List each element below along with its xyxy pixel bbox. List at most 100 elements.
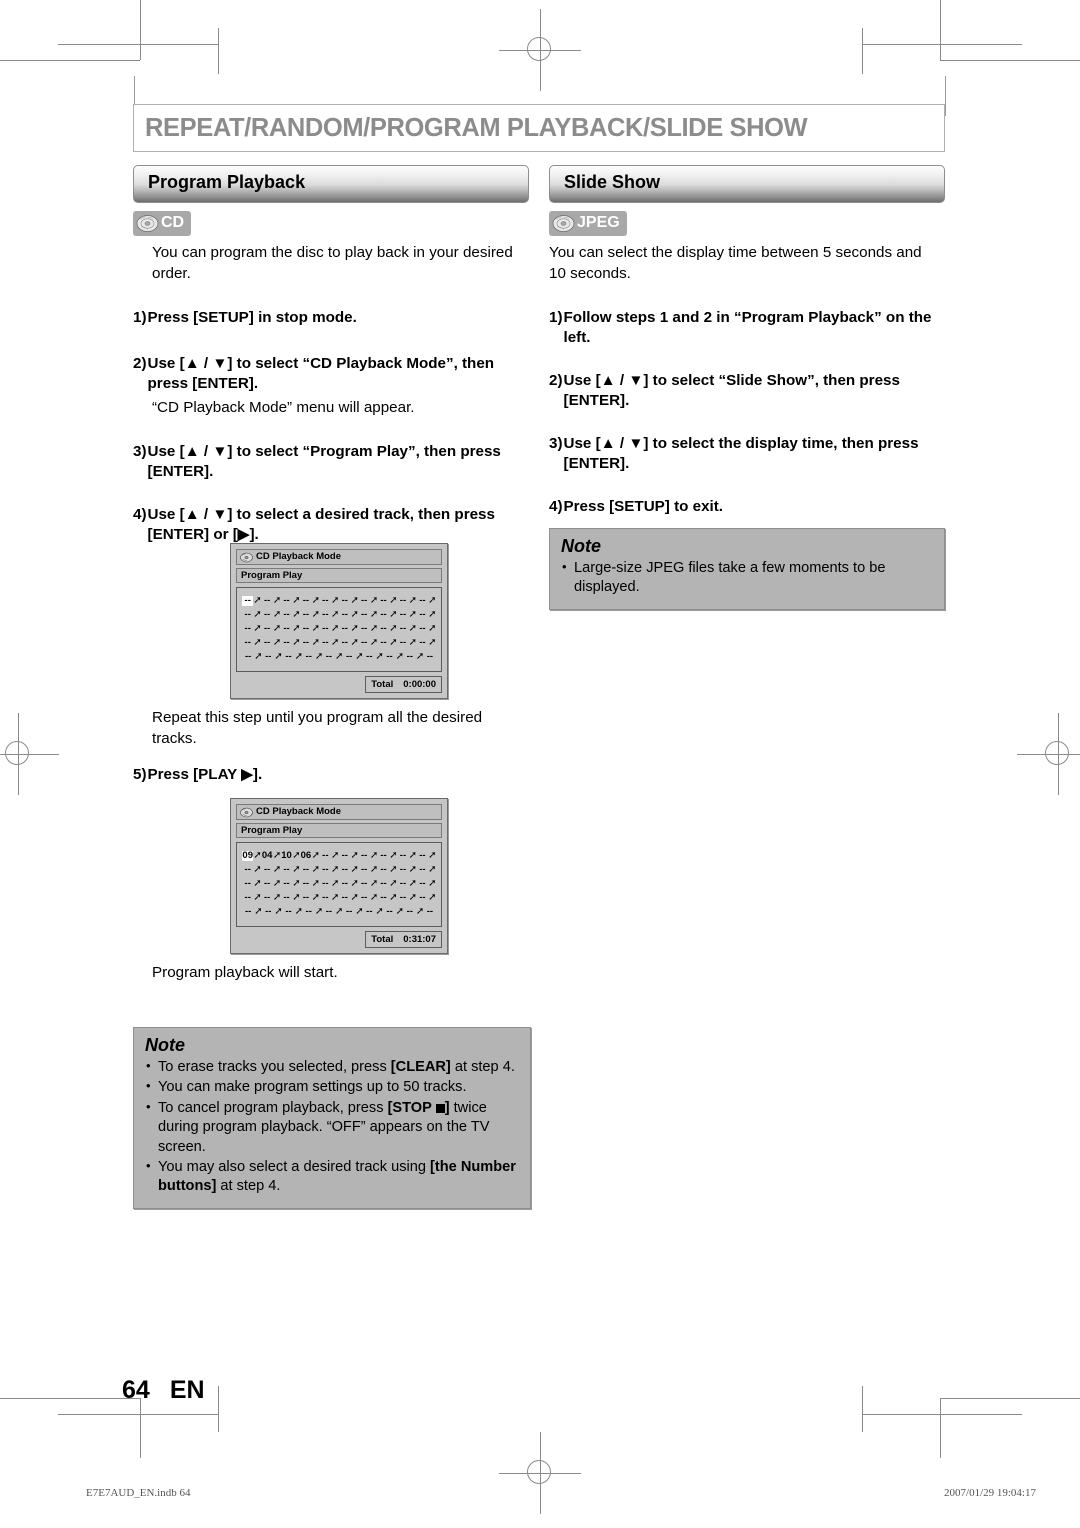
osd-track-cell[interactable]: -- (261, 879, 272, 889)
osd-track-cell[interactable]: -- (281, 893, 292, 903)
osd-track-cell[interactable]: -- (303, 652, 315, 662)
osd-track-cell[interactable]: -- (320, 624, 331, 634)
osd-track-cell[interactable]: -- (262, 907, 274, 917)
osd-track-cell[interactable]: -- (282, 652, 294, 662)
osd-track-cell[interactable]: -- (320, 638, 331, 648)
osd-track-cell[interactable]: -- (339, 638, 350, 648)
osd-track-cell[interactable]: -- (339, 893, 350, 903)
osd-track-cell[interactable]: -- (339, 596, 350, 606)
osd-track-cell[interactable]: 04 (261, 851, 273, 861)
osd-track-cell[interactable]: -- (242, 638, 253, 648)
osd-track-cell[interactable]: -- (320, 893, 331, 903)
osd-track-cell[interactable]: -- (397, 624, 408, 634)
osd-track-cell[interactable]: -- (343, 652, 355, 662)
osd-track-cell[interactable]: -- (397, 851, 408, 861)
osd-track-cell[interactable]: -- (242, 596, 254, 606)
osd-track-cell[interactable]: -- (339, 879, 350, 889)
osd-track-cell[interactable]: -- (281, 865, 292, 875)
osd-track-cell[interactable]: -- (417, 596, 428, 606)
osd-track-cell[interactable]: -- (358, 879, 369, 889)
osd-track-cell[interactable]: -- (320, 610, 331, 620)
osd-track-cell[interactable]: -- (404, 907, 416, 917)
osd-track-cell[interactable]: -- (417, 893, 428, 903)
osd-track-cell[interactable]: -- (300, 596, 311, 606)
osd-track-cell[interactable]: -- (242, 624, 253, 634)
osd-track-cell[interactable]: -- (424, 907, 436, 917)
osd-track-cell[interactable]: -- (300, 865, 311, 875)
osd-track-cell[interactable]: -- (363, 652, 375, 662)
osd-track-cell[interactable]: -- (424, 652, 436, 662)
osd-track-cell[interactable]: -- (397, 596, 408, 606)
osd-track-cell[interactable]: -- (378, 893, 389, 903)
osd-track-cell[interactable]: -- (320, 879, 331, 889)
osd-track-cell[interactable]: -- (339, 865, 350, 875)
osd-track-cell[interactable]: -- (261, 638, 272, 648)
osd-track-cell[interactable]: -- (358, 865, 369, 875)
osd-track-cell[interactable]: -- (358, 638, 369, 648)
osd-track-cell[interactable]: -- (378, 638, 389, 648)
osd-track-cell[interactable]: -- (417, 851, 428, 861)
osd-track-cell[interactable]: -- (242, 610, 253, 620)
osd-track-cell[interactable]: -- (397, 610, 408, 620)
osd-track-cell[interactable]: -- (242, 879, 253, 889)
osd-track-cell[interactable]: -- (242, 652, 254, 662)
osd-track-cell[interactable]: -- (261, 865, 272, 875)
osd-track-cell[interactable]: -- (281, 879, 292, 889)
osd-track-cell[interactable]: -- (417, 610, 428, 620)
osd-track-cell[interactable]: -- (261, 596, 272, 606)
osd-track-cell[interactable]: -- (378, 865, 389, 875)
osd-track-cell[interactable]: -- (378, 879, 389, 889)
osd-track-cell[interactable]: -- (261, 893, 272, 903)
osd-track-cell[interactable]: -- (323, 652, 335, 662)
osd-track-cell[interactable]: -- (320, 596, 331, 606)
osd-track-cell[interactable]: -- (383, 652, 395, 662)
osd-track-cell[interactable]: -- (320, 865, 331, 875)
osd-track-cell[interactable]: -- (281, 638, 292, 648)
osd-track-cell[interactable]: -- (281, 596, 292, 606)
osd-track-cell[interactable]: -- (358, 596, 369, 606)
osd-track-cell[interactable]: -- (242, 893, 253, 903)
osd-track-cell[interactable]: -- (320, 851, 331, 861)
osd-track-cell[interactable]: -- (242, 907, 254, 917)
osd-track-cell[interactable]: -- (262, 652, 274, 662)
osd-track-cell[interactable]: -- (358, 893, 369, 903)
osd-track-cell[interactable]: -- (363, 907, 375, 917)
osd-track-cell[interactable]: -- (303, 907, 315, 917)
osd-track-cell[interactable]: -- (417, 638, 428, 648)
osd-track-cell[interactable]: -- (378, 624, 389, 634)
osd-track-cell[interactable]: -- (358, 610, 369, 620)
osd-track-cell[interactable]: -- (404, 652, 416, 662)
osd-track-cell[interactable]: -- (339, 610, 350, 620)
osd-track-cell[interactable]: -- (343, 907, 355, 917)
osd-track-cell[interactable]: -- (358, 624, 369, 634)
osd-track-cell[interactable]: -- (397, 638, 408, 648)
osd-track-cell[interactable]: -- (339, 851, 350, 861)
osd-track-cell[interactable]: -- (378, 851, 389, 861)
osd-track-cell[interactable]: -- (417, 624, 428, 634)
osd-track-cell[interactable]: 10 (281, 851, 292, 861)
osd-track-cell[interactable]: -- (417, 879, 428, 889)
osd-track-cell[interactable]: -- (358, 851, 369, 861)
osd-track-cell[interactable]: -- (397, 865, 408, 875)
osd-track-cell[interactable]: -- (378, 596, 389, 606)
osd-track-cell[interactable]: -- (383, 907, 395, 917)
osd-track-cell[interactable]: 09 (242, 851, 254, 861)
osd-track-cell[interactable]: -- (242, 865, 253, 875)
osd-track-cell[interactable]: -- (261, 610, 272, 620)
osd-track-cell[interactable]: -- (300, 610, 311, 620)
osd-track-cell[interactable]: -- (281, 610, 292, 620)
osd-track-cell[interactable]: 06 (300, 851, 312, 861)
osd-track-cell[interactable]: -- (300, 893, 311, 903)
osd-track-cell[interactable]: -- (300, 638, 311, 648)
osd-track-cell[interactable]: -- (323, 907, 335, 917)
osd-track-cell[interactable]: -- (339, 624, 350, 634)
osd-track-cell[interactable]: -- (300, 879, 311, 889)
osd-track-cell[interactable]: -- (397, 893, 408, 903)
osd-track-cell[interactable]: -- (261, 624, 272, 634)
osd-track-cell[interactable]: -- (300, 624, 311, 634)
osd-track-cell[interactable]: -- (397, 879, 408, 889)
osd-track-cell[interactable]: -- (281, 624, 292, 634)
osd-track-cell[interactable]: -- (378, 610, 389, 620)
osd-track-cell[interactable]: -- (417, 865, 428, 875)
osd-track-cell[interactable]: -- (282, 907, 294, 917)
